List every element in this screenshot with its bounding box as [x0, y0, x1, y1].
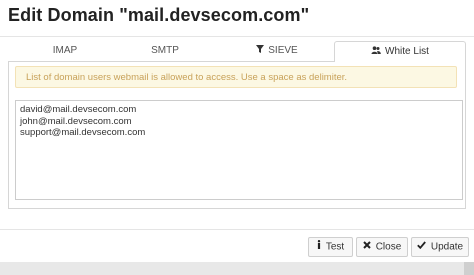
tab-label: IMAP	[52, 45, 78, 56]
filter-icon	[256, 41, 265, 60]
check-icon	[417, 238, 426, 256]
tab-sieve[interactable]: SIEVE	[220, 41, 334, 61]
update-button-label: Update	[430, 241, 464, 253]
test-button-label: Test	[325, 241, 345, 253]
close-icon[interactable]	[452, 6, 468, 22]
dialog-footer: Test Close Update	[0, 229, 474, 262]
tab-smtp[interactable]: SMTP	[108, 41, 222, 61]
close-icon	[362, 238, 371, 256]
close-button[interactable]: Close	[356, 237, 408, 257]
white-list-entry: john@mail.devsecom.com	[20, 115, 132, 127]
users-icon	[371, 42, 381, 61]
white-list-entry: support@mail.devsecom.com	[20, 127, 146, 138]
close-button-label: Close	[375, 241, 402, 253]
info-icon	[317, 238, 321, 256]
info-alert: List of domain users webmail is allowed …	[15, 66, 457, 88]
update-button[interactable]: Update	[411, 237, 469, 257]
edit-domain-dialog: Edit Domain "mail.devsecom.com" IMAP SMT…	[0, 0, 474, 263]
scrollbar[interactable]	[464, 262, 474, 275]
tab-label: SMTP	[151, 45, 179, 56]
dialog-header: Edit Domain "mail.devsecom.com"	[0, 0, 474, 37]
white-list-panel: List of domain users webmail is allowed …	[8, 62, 466, 209]
tab-white-list[interactable]: White List	[334, 41, 466, 63]
white-list-entry: david@mail.devsecom.com	[20, 104, 137, 115]
page-background-strip	[0, 262, 474, 275]
dialog-title: Edit Domain "mail.devsecom.com"	[8, 5, 310, 25]
tab-label: SIEVE	[268, 45, 298, 57]
tab-bar: IMAP SMTP SIEVE White List	[8, 41, 466, 63]
tab-label: White List	[385, 46, 429, 58]
tab-imap[interactable]: IMAP	[8, 41, 122, 61]
white-list-textarea[interactable]: david@mail.devsecom.com john@mail.devsec…	[15, 100, 463, 200]
test-button[interactable]: Test	[308, 237, 353, 257]
